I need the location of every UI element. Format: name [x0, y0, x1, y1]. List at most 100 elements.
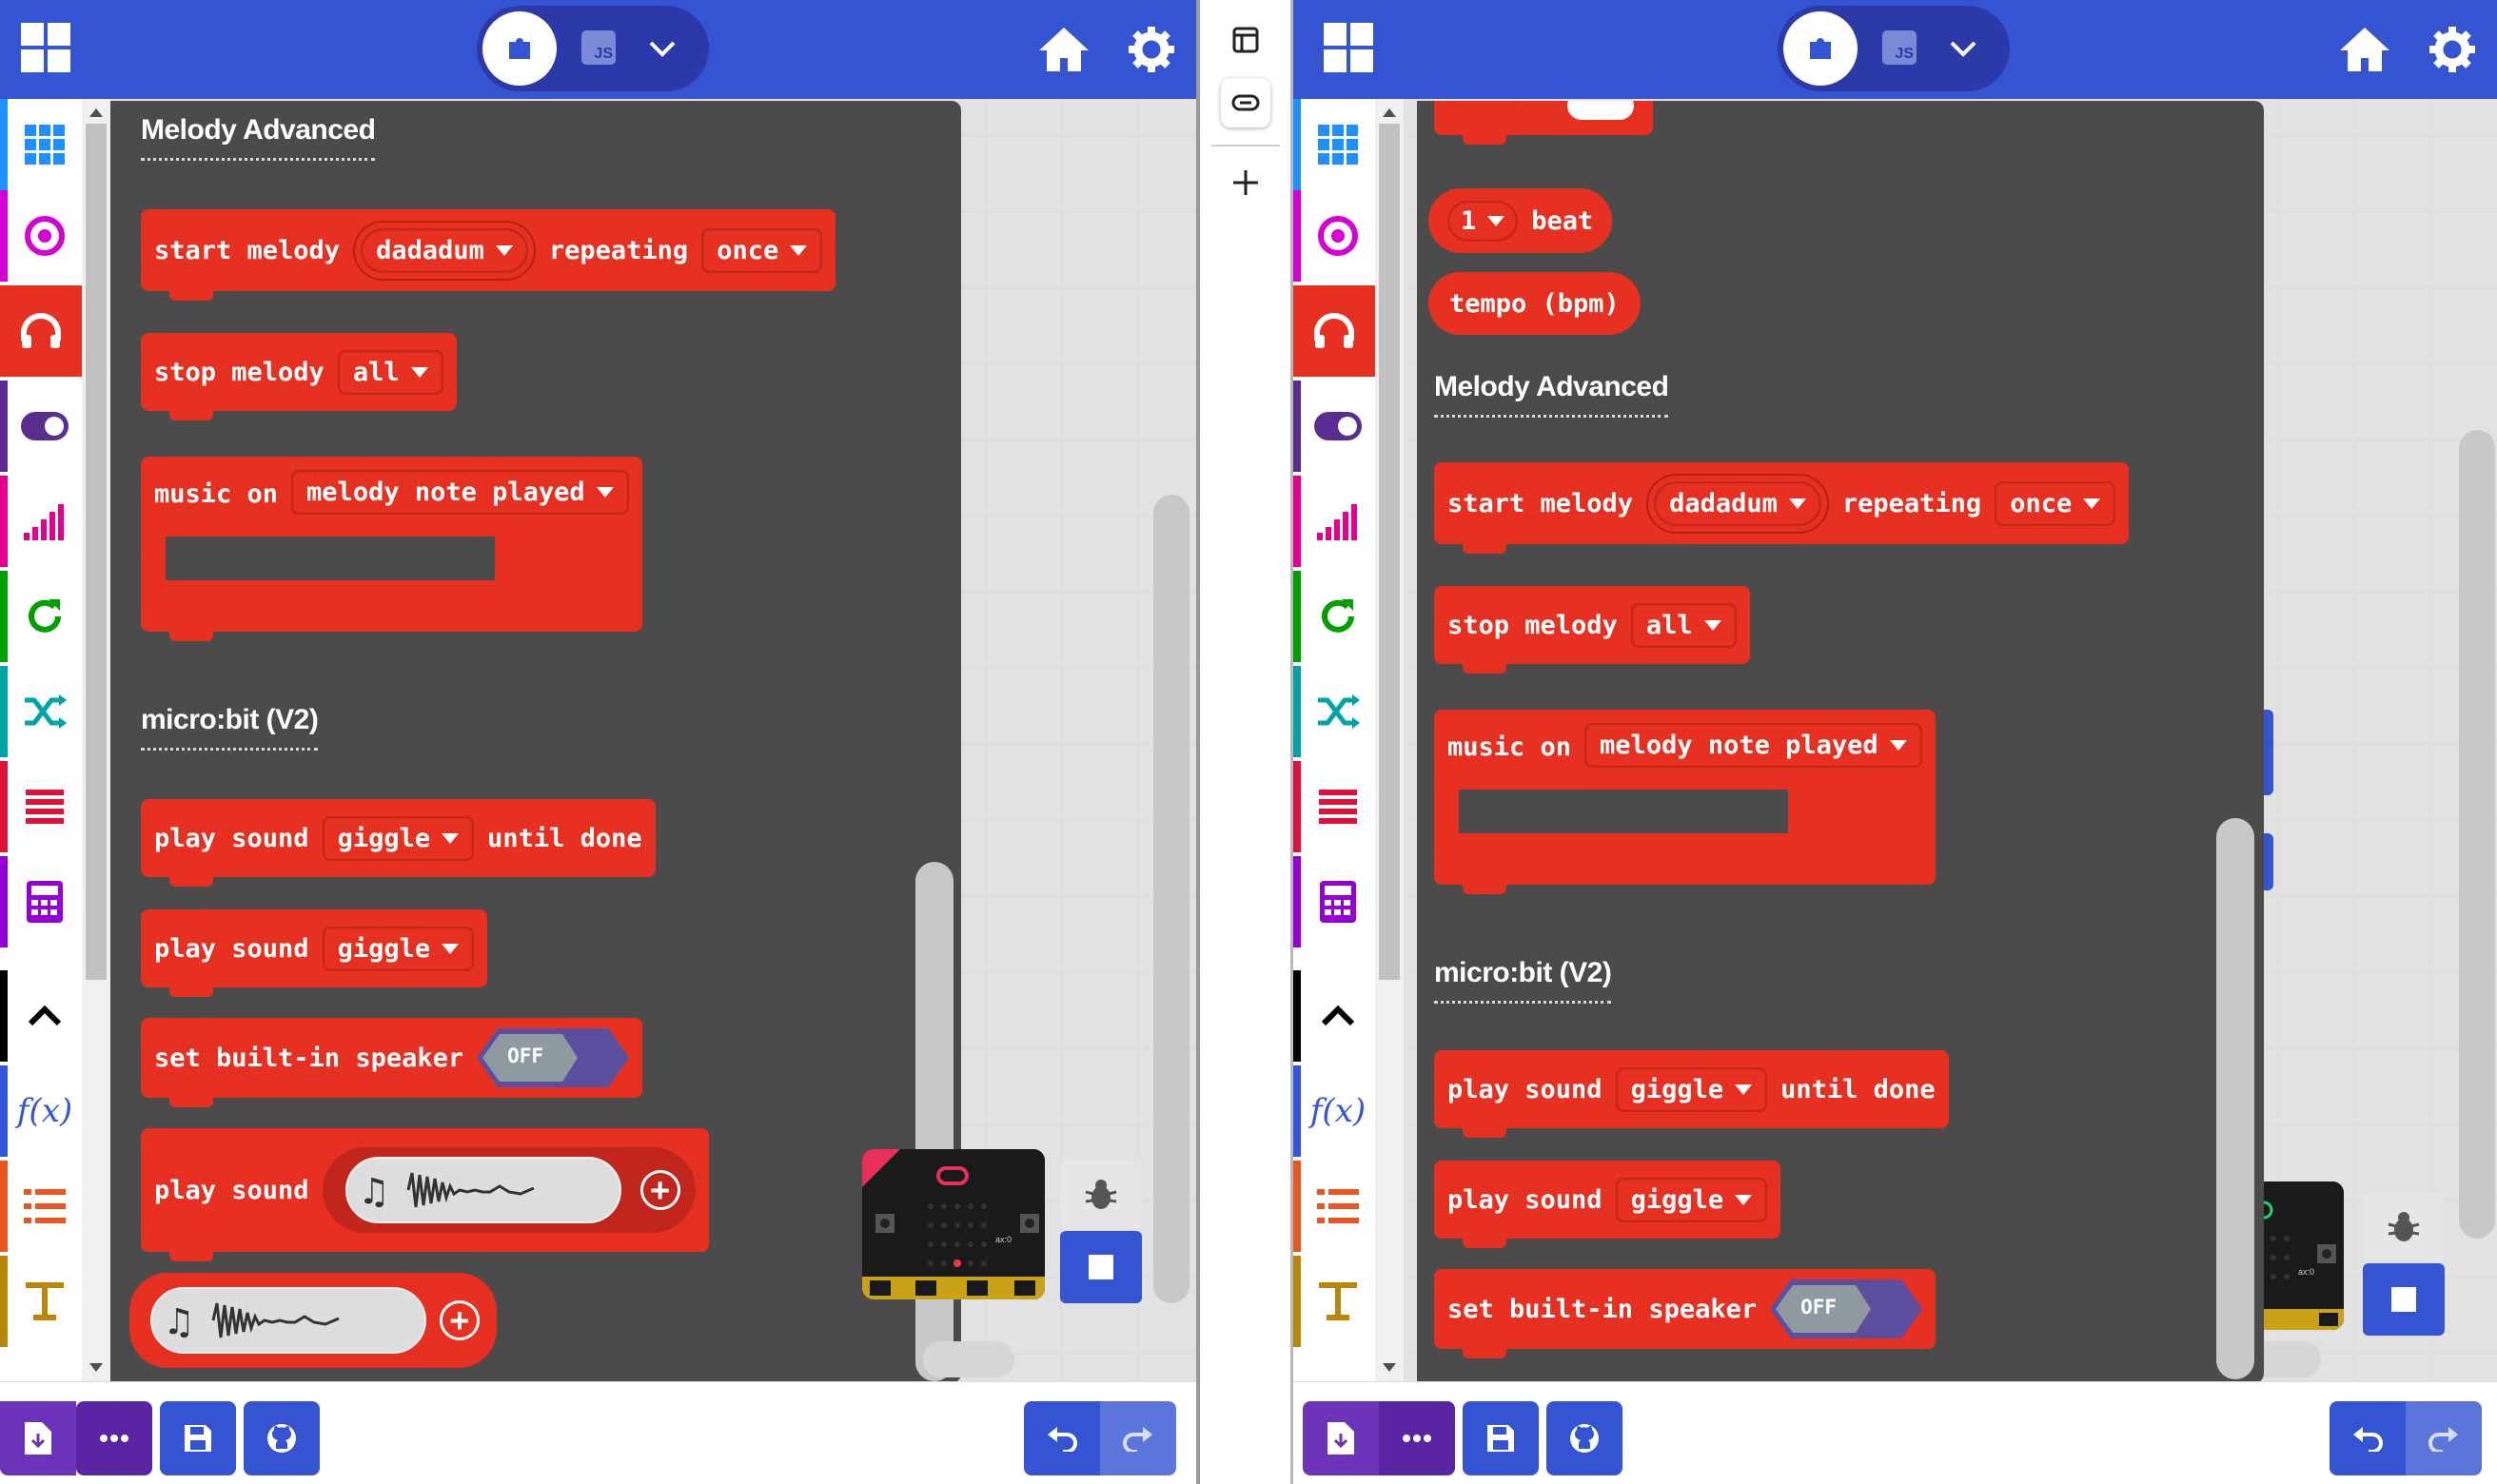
category-advanced[interactable]: [0, 970, 82, 1062]
github-button[interactable]: [1546, 1401, 1622, 1475]
category-variables[interactable]: [0, 761, 82, 852]
scroll-down-icon[interactable]: [89, 1363, 103, 1372]
play-sound-until-done-block[interactable]: play sound giggle until done: [1434, 1050, 1949, 1138]
sound-expression-reporter[interactable]: ♫ +: [129, 1273, 497, 1368]
debug-button[interactable]: [2363, 1193, 2445, 1261]
javascript-editor-button[interactable]: JS: [581, 30, 616, 65]
window-button[interactable]: [1221, 15, 1270, 65]
stop-dropdown[interactable]: all: [337, 349, 443, 395]
undo-button[interactable]: [2330, 1401, 2406, 1475]
more-button[interactable]: [1379, 1401, 1455, 1475]
more-button[interactable]: [76, 1401, 152, 1475]
category-basic[interactable]: [1293, 99, 1375, 190]
repeat-dropdown[interactable]: once: [1995, 480, 2116, 526]
category-arrays[interactable]: [0, 1161, 82, 1252]
beat-dropdown[interactable]: 1: [1447, 200, 1519, 242]
add-icon[interactable]: +: [639, 1170, 680, 1210]
language-dropdown[interactable]: [1939, 25, 1987, 72]
category-music[interactable]: [1293, 285, 1375, 377]
category-advanced[interactable]: [1293, 970, 1375, 1062]
language-dropdown[interactable]: [639, 25, 686, 72]
play-sound-block[interactable]: play sound giggle: [1434, 1161, 1781, 1248]
workspace-hscrollbar[interactable]: [2264, 1341, 2321, 1377]
save-button[interactable]: [160, 1401, 236, 1475]
simulator-board[interactable]: ax:0: [2264, 1181, 2344, 1330]
category-logic[interactable]: [0, 666, 82, 757]
speaker-toggle[interactable]: OFF: [1770, 1279, 1923, 1338]
stop-simulator-button[interactable]: [1060, 1231, 1142, 1303]
toolbox-scrollbar[interactable]: [1375, 99, 1404, 1381]
workspace-scrollbar[interactable]: [1153, 495, 1190, 1303]
category-math[interactable]: [1293, 856, 1375, 947]
category-text[interactable]: [1293, 1256, 1375, 1347]
sound-expression-field[interactable]: ♫: [150, 1287, 426, 1354]
tempo-reporter[interactable]: tempo (bpm): [1428, 272, 1641, 335]
category-loops[interactable]: [0, 571, 82, 662]
sound-dropdown[interactable]: giggle: [322, 926, 475, 971]
settings-button[interactable]: [2424, 21, 2481, 78]
debug-button[interactable]: [1060, 1161, 1142, 1229]
scroll-up-icon[interactable]: [89, 108, 103, 117]
melody-dropdown[interactable]: dadadum: [353, 220, 536, 281]
add-icon[interactable]: +: [440, 1300, 480, 1340]
music-on-block[interactable]: music on melody note played: [141, 457, 642, 641]
category-math[interactable]: [0, 856, 82, 947]
play-sound-block[interactable]: play sound giggle: [141, 909, 488, 997]
category-led[interactable]: [0, 381, 82, 472]
redo-button[interactable]: [2406, 1401, 2482, 1475]
set-speaker-block[interactable]: set built-in speaker OFF: [1434, 1269, 1937, 1358]
scroll-thumb[interactable]: [86, 124, 107, 980]
home-button[interactable]: [1035, 21, 1092, 78]
save-button[interactable]: [1463, 1401, 1539, 1475]
category-led[interactable]: [1293, 381, 1375, 472]
start-melody-block[interactable]: start melody dadadum repeating once: [141, 209, 836, 301]
blocks-editor-button[interactable]: [482, 11, 557, 86]
beat-reporter[interactable]: 1 beat: [1428, 188, 1613, 253]
category-music[interactable]: [0, 285, 82, 377]
category-functions[interactable]: f(x): [0, 1065, 82, 1157]
category-input[interactable]: [0, 190, 82, 282]
workspace-hscrollbar[interactable]: [923, 1341, 1014, 1377]
play-sound-until-done-block[interactable]: play sound giggle until done: [141, 799, 656, 887]
play-sound-expression-block[interactable]: play sound ♫ +: [141, 1128, 709, 1261]
partial-block[interactable]: [1434, 101, 1653, 145]
undo-button[interactable]: [1024, 1401, 1100, 1475]
event-dropdown[interactable]: melody note played: [1584, 723, 1922, 768]
stop-melody-block[interactable]: stop melody all: [141, 333, 457, 420]
sound-dropdown[interactable]: giggle: [322, 815, 475, 861]
add-button[interactable]: [1221, 158, 1270, 207]
sound-dropdown[interactable]: giggle: [1615, 1066, 1768, 1112]
melody-dropdown[interactable]: dadadum: [1646, 473, 1829, 534]
category-variables[interactable]: [1293, 761, 1375, 852]
github-button[interactable]: [244, 1401, 320, 1475]
repeat-dropdown[interactable]: once: [701, 227, 823, 273]
stop-dropdown[interactable]: all: [1630, 602, 1737, 648]
category-basic[interactable]: [0, 99, 82, 190]
simulator-board[interactable]: ax:0: [862, 1149, 1045, 1299]
link-button[interactable]: [1221, 78, 1270, 127]
sound-expression-field[interactable]: ♫: [344, 1157, 621, 1223]
stop-melody-block[interactable]: stop melody all: [1434, 586, 1750, 674]
start-melody-block[interactable]: start melody dadadum repeating once: [1434, 462, 2130, 554]
sound-dropdown[interactable]: giggle: [1615, 1177, 1768, 1222]
category-functions[interactable]: f(x): [1293, 1065, 1375, 1157]
home-button[interactable]: [2336, 21, 2393, 78]
stop-simulator-button[interactable]: [2363, 1263, 2445, 1336]
flyout-scrollbar[interactable]: [2216, 818, 2254, 1379]
workspace-scrollbar[interactable]: [2459, 430, 2495, 1239]
category-logic[interactable]: [1293, 666, 1375, 757]
scroll-down-icon[interactable]: [1383, 1363, 1396, 1372]
category-input[interactable]: [1293, 190, 1375, 282]
category-radio[interactable]: [1293, 476, 1375, 567]
set-speaker-block[interactable]: set built-in speaker OFF: [141, 1018, 643, 1107]
blocks-editor-button[interactable]: [1783, 11, 1858, 86]
javascript-editor-button[interactable]: JS: [1882, 30, 1917, 65]
microbit-logo-icon[interactable]: [1324, 23, 1373, 72]
download-button[interactable]: [0, 1401, 76, 1475]
flyout-scrollbar[interactable]: [915, 862, 954, 1381]
scroll-up-icon[interactable]: [1383, 108, 1396, 117]
scroll-thumb[interactable]: [1379, 124, 1400, 980]
music-on-block[interactable]: music on melody note played: [1434, 710, 1936, 894]
category-text[interactable]: [0, 1256, 82, 1347]
speaker-toggle[interactable]: OFF: [477, 1028, 630, 1087]
